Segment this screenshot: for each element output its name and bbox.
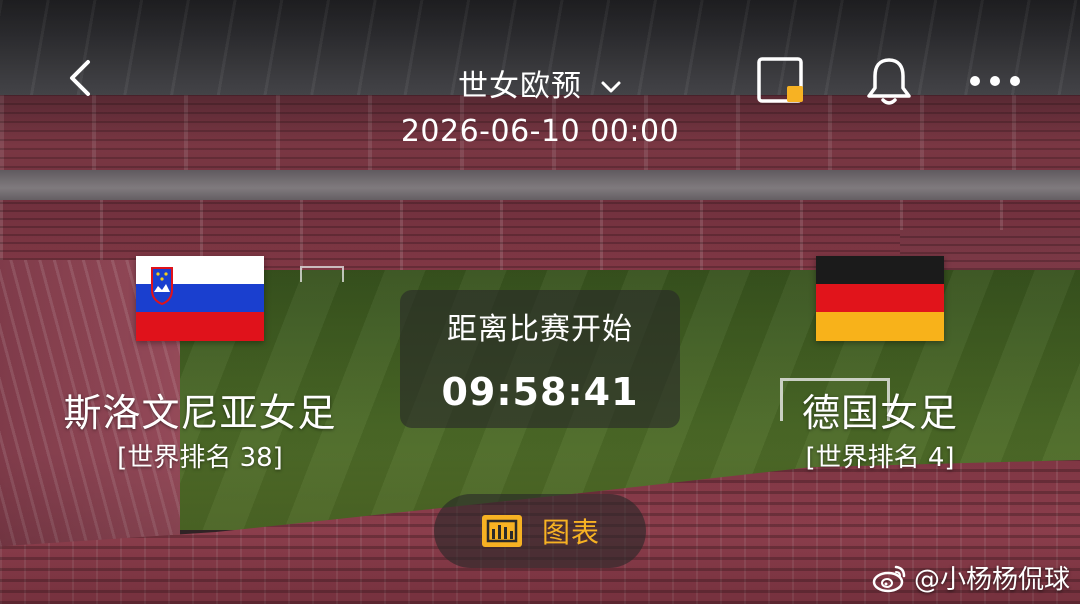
pip-button[interactable] — [754, 54, 808, 108]
away-team-rank: [世界排名 4] — [805, 443, 955, 473]
picture-in-picture-icon — [757, 57, 803, 103]
match-header: 世女欧预 2026-06-10 00:00 — [340, 66, 740, 152]
home-team-rank: [世界排名 38] — [117, 443, 283, 473]
weibo-icon — [872, 565, 906, 592]
countdown-timer: 09:58:41 — [441, 370, 639, 414]
competition-title: 世女欧预 — [458, 69, 582, 104]
chevron-down-icon — [601, 81, 621, 93]
match-datetime: 2026-06-10 00:00 — [400, 114, 680, 149]
home-team[interactable]: 斯洛文尼亚女足 [世界排名 38] — [50, 256, 350, 475]
more-dots-icon — [970, 76, 1020, 86]
countdown-panel: 距离比赛开始 09:58:41 — [400, 290, 680, 428]
away-team[interactable]: 德国女足 [世界排名 4] — [732, 256, 1028, 475]
chart-button[interactable]: 图表 — [434, 494, 646, 568]
competition-selector[interactable]: 世女欧预 — [458, 66, 622, 108]
bar-chart-icon — [481, 515, 522, 547]
match-page: 世女欧预 2026-06-10 00:00 斯洛文尼亚女足 [世界排名 38] … — [0, 0, 1080, 604]
watermark: @小杨杨侃球 — [872, 559, 1070, 596]
watermark-text: @小杨杨侃球 — [913, 565, 1070, 595]
countdown-label: 距离比赛开始 — [447, 312, 633, 347]
home-team-name: 斯洛文尼亚女足 — [63, 391, 337, 435]
more-button[interactable] — [968, 54, 1022, 108]
chart-button-label: 图表 — [541, 516, 600, 549]
back-button[interactable] — [58, 56, 102, 100]
slovenia-flag — [136, 256, 264, 341]
germany-flag — [816, 256, 944, 341]
chevron-left-icon — [70, 60, 90, 96]
notify-button[interactable] — [862, 54, 916, 108]
away-team-name: 德国女足 — [801, 391, 958, 435]
bell-icon — [867, 58, 911, 105]
